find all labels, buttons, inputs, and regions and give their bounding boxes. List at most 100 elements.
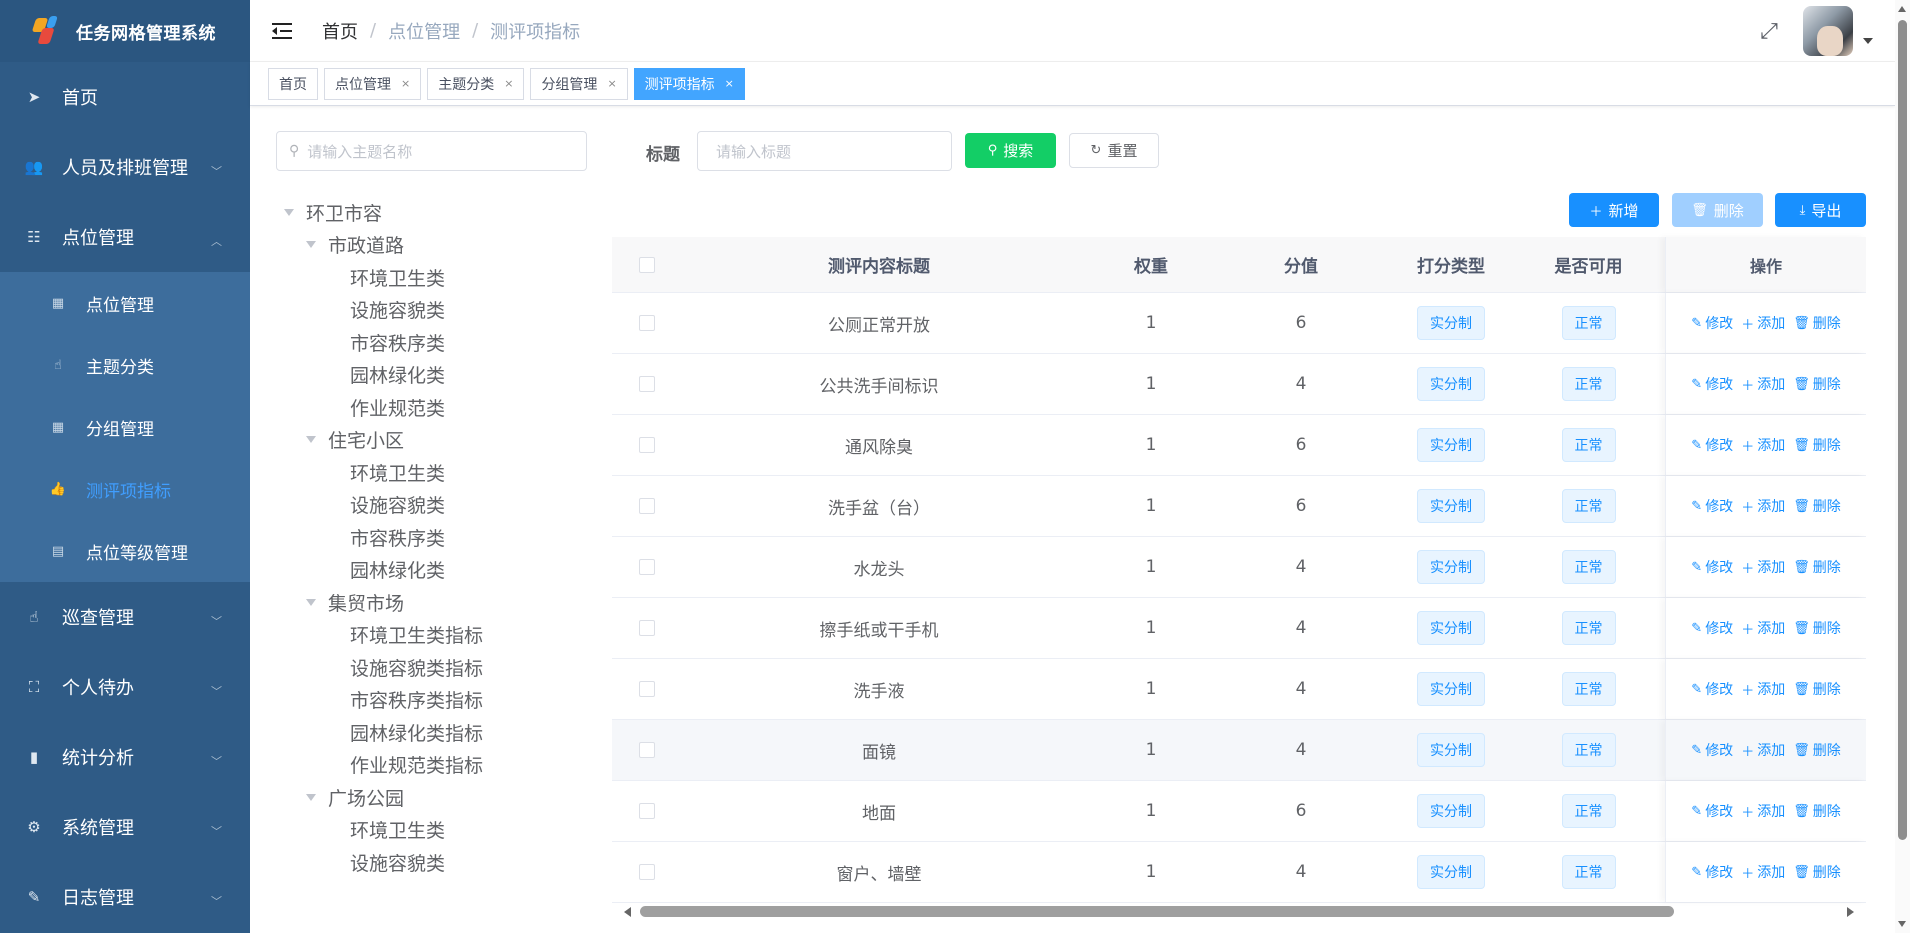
row-delete-button[interactable]: 🗑 删除 [1793, 618, 1841, 638]
row-checkbox[interactable] [639, 681, 655, 697]
sidebar-item-home[interactable]: ➤ 首页 [0, 62, 250, 132]
close-icon[interactable]: × [725, 77, 734, 90]
add-child-button[interactable]: ＋添加 [1741, 862, 1785, 882]
row-delete-button[interactable]: 🗑 删除 [1793, 740, 1841, 760]
table-row[interactable]: 水龙头 1 4 实分制 正常 ✎ 修改 ＋添加 🗑 删除 [612, 537, 1866, 598]
sidebar-subitem-point-manage[interactable]: ▦ 点位管理 [0, 272, 250, 334]
sidebar-item-system[interactable]: ⚙ 系统管理 ﹀ [0, 792, 250, 862]
table-row[interactable]: 地面 1 6 实分制 正常 ✎ 修改 ＋添加 🗑 删除 [612, 781, 1866, 842]
sidebar-item-todo[interactable]: ⛶ 个人待办 ﹀ [0, 652, 250, 722]
tree-node[interactable]: 住宅小区 [280, 424, 580, 457]
sidebar-subitem-level[interactable]: ▤ 点位等级管理 [0, 520, 250, 582]
row-checkbox[interactable] [639, 376, 655, 392]
tree-node[interactable]: 环境卫生类指标 [280, 619, 580, 652]
tree-node[interactable]: 设施容貌类指标 [280, 651, 580, 684]
row-delete-button[interactable]: 🗑 删除 [1793, 374, 1841, 394]
add-child-button[interactable]: ＋添加 [1741, 618, 1785, 638]
logo-area[interactable]: 任务网格管理系统 [0, 0, 250, 62]
horizontal-scrollbar[interactable] [612, 903, 1866, 921]
caret-down-icon[interactable] [306, 241, 316, 249]
add-child-button[interactable]: ＋添加 [1741, 496, 1785, 516]
edit-button[interactable]: ✎ 修改 [1691, 435, 1733, 455]
tree-node[interactable]: 广场公园 [280, 781, 580, 814]
topic-search-input[interactable]: ⚲ 请输入主题名称 [276, 131, 587, 171]
row-checkbox[interactable] [639, 315, 655, 331]
tree-node[interactable]: 作业规范类指标 [280, 749, 580, 782]
search-button[interactable]: ⚲ 搜索 [965, 133, 1056, 168]
table-row[interactable]: 擦手纸或干手机 1 4 实分制 正常 ✎ 修改 ＋添加 🗑 删除 [612, 598, 1866, 659]
tree-node[interactable]: 设施容貌类 [280, 294, 580, 327]
add-child-button[interactable]: ＋添加 [1741, 679, 1785, 699]
sidebar-item-stats[interactable]: ▮ 统计分析 ﹀ [0, 722, 250, 792]
table-row[interactable]: 洗手盆（台） 1 6 实分制 正常 ✎ 修改 ＋添加 🗑 删除 [612, 476, 1866, 537]
title-filter-input[interactable]: 请输入标题 [697, 131, 952, 171]
tag-home[interactable]: 首页 [268, 67, 318, 100]
edit-button[interactable]: ✎ 修改 [1691, 679, 1733, 699]
row-delete-button[interactable]: 🗑 删除 [1793, 313, 1841, 333]
table-row[interactable]: 公厕正常开放 1 6 实分制 正常 ✎ 修改 ＋添加 🗑 删除 [612, 293, 1866, 354]
edit-button[interactable]: ✎ 修改 [1691, 740, 1733, 760]
add-child-button[interactable]: ＋添加 [1741, 801, 1785, 821]
tree-node[interactable]: 市容秩序类指标 [280, 684, 580, 717]
edit-button[interactable]: ✎ 修改 [1691, 618, 1733, 638]
close-icon[interactable]: × [401, 77, 410, 90]
tag-group[interactable]: 分组管理 × [530, 67, 628, 100]
sidebar-subitem-group[interactable]: ▦ 分组管理 [0, 396, 250, 458]
scroll-up-icon[interactable] [1898, 6, 1906, 12]
sidebar-subitem-topic[interactable]: ☝ 主题分类 [0, 334, 250, 396]
add-child-button[interactable]: ＋添加 [1741, 374, 1785, 394]
add-child-button[interactable]: ＋添加 [1741, 740, 1785, 760]
row-delete-button[interactable]: 🗑 删除 [1793, 862, 1841, 882]
sidebar-item-logs[interactable]: ✎ 日志管理 ﹀ [0, 862, 250, 932]
add-child-button[interactable]: ＋添加 [1741, 313, 1785, 333]
row-checkbox[interactable] [639, 803, 655, 819]
tag-point-manage[interactable]: 点位管理 × [324, 67, 422, 100]
caret-down-icon[interactable] [306, 436, 316, 444]
tree-node[interactable]: 环境卫生类 [280, 814, 580, 847]
scroll-down-icon[interactable] [1898, 921, 1906, 927]
caret-down-icon[interactable] [1863, 38, 1873, 44]
scrollbar-thumb[interactable] [640, 906, 1674, 917]
tree-node[interactable]: 环卫市容 [280, 196, 580, 229]
row-delete-button[interactable]: 🗑 删除 [1793, 557, 1841, 577]
tree-node[interactable]: 环境卫生类 [280, 456, 580, 489]
row-checkbox[interactable] [639, 742, 655, 758]
caret-down-icon[interactable] [306, 793, 316, 801]
scrollbar-thumb[interactable] [1898, 20, 1907, 840]
hamburger-icon[interactable] [272, 22, 292, 40]
add-child-button[interactable]: ＋添加 [1741, 557, 1785, 577]
table-row[interactable]: 公共洗手间标识 1 4 实分制 正常 ✎ 修改 ＋添加 🗑 删除 [612, 354, 1866, 415]
tree-node[interactable]: 园林绿化类指标 [280, 716, 580, 749]
delete-button[interactable]: 🗑 删除 [1672, 193, 1763, 227]
export-button[interactable]: ⤓ 导出 [1775, 193, 1866, 227]
reset-button[interactable]: ↻ 重置 [1069, 133, 1159, 168]
edit-button[interactable]: ✎ 修改 [1691, 862, 1733, 882]
tree-node[interactable]: 市容秩序类 [280, 521, 580, 554]
table-row[interactable]: 通风除臭 1 6 实分制 正常 ✎ 修改 ＋添加 🗑 删除 [612, 415, 1866, 476]
edit-button[interactable]: ✎ 修改 [1691, 801, 1733, 821]
table-row[interactable]: 窗户、墙壁 1 4 实分制 正常 ✎ 修改 ＋添加 🗑 删除 [612, 842, 1866, 903]
close-icon[interactable]: × [504, 77, 513, 90]
tree-node[interactable]: 市政道路 [280, 229, 580, 262]
edit-button[interactable]: ✎ 修改 [1691, 496, 1733, 516]
add-child-button[interactable]: ＋添加 [1741, 435, 1785, 455]
select-all-checkbox[interactable] [639, 256, 655, 273]
sidebar-item-points[interactable]: ☷ 点位管理 ︿ [0, 202, 250, 272]
avatar[interactable] [1803, 6, 1853, 56]
tree-node[interactable]: 设施容貌类 [280, 846, 580, 879]
tree-node[interactable]: 园林绿化类 [280, 554, 580, 587]
table-row[interactable]: 洗手液 1 4 实分制 正常 ✎ 修改 ＋添加 🗑 删除 [612, 659, 1866, 720]
table-row[interactable]: 面镜 1 4 实分制 正常 ✎ 修改 ＋添加 🗑 删除 [612, 720, 1866, 781]
tag-topic[interactable]: 主题分类 × [427, 67, 525, 100]
fullscreen-icon[interactable]: ⤢ [1757, 19, 1781, 44]
tree-node[interactable]: 设施容貌类 [280, 489, 580, 522]
caret-down-icon[interactable] [306, 598, 316, 606]
vertical-scrollbar[interactable] [1895, 0, 1910, 933]
sidebar-item-staff[interactable]: 👥 人员及排班管理 ﹀ [0, 132, 250, 202]
row-checkbox[interactable] [639, 437, 655, 453]
scroll-right-icon[interactable] [1847, 907, 1854, 917]
row-checkbox[interactable] [639, 620, 655, 636]
scroll-left-icon[interactable] [624, 907, 631, 917]
tree-node[interactable]: 作业规范类 [280, 391, 580, 424]
row-delete-button[interactable]: 🗑 删除 [1793, 435, 1841, 455]
